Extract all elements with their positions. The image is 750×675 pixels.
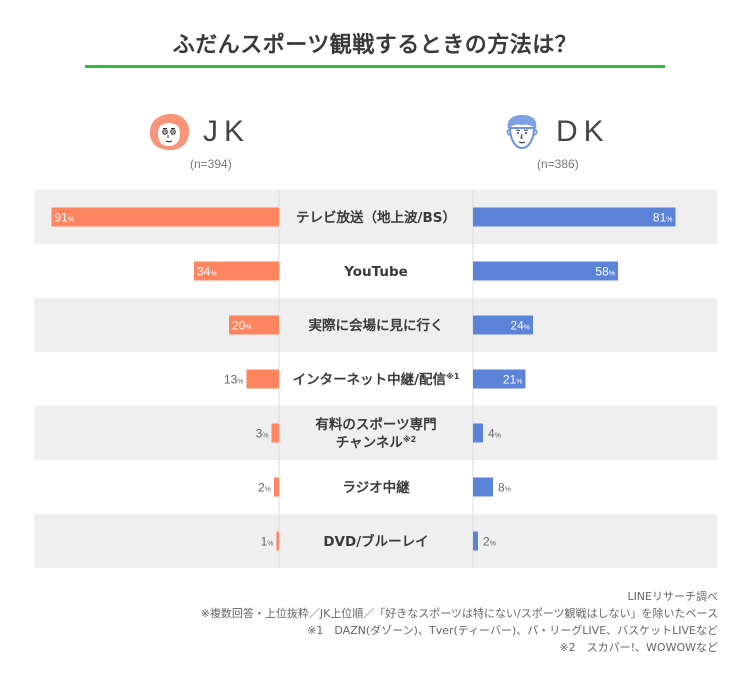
- footnote-1: ※1 DAZN(ダゾーン)、Tver(ティーバー)、パ・リーグLIVE、バスケッ…: [307, 624, 718, 637]
- bar-jk: [246, 369, 279, 389]
- category-label: テレビ放送（地上波/BS）: [296, 209, 456, 226]
- category-label: インターネット中継/配信※1: [293, 371, 460, 388]
- bar-dk: [473, 531, 478, 551]
- bar-dk: [473, 423, 483, 443]
- category-label: YouTube: [343, 264, 408, 280]
- footnote-base: ※複数回答・上位抜粋／JK上位順／「好きなスポーツは特にない/スポーツ観戦はしな…: [200, 607, 718, 620]
- bar-jk: [271, 423, 279, 443]
- bar-label-jk: 13%: [224, 373, 244, 387]
- category-label: ラジオ中継: [342, 479, 410, 496]
- bar-label-dk: 8%: [498, 481, 511, 495]
- category-label: 実際に会場に見に行く: [309, 317, 444, 334]
- category-label: 有料のスポーツ専門: [315, 416, 436, 433]
- bar-label-jk: 2%: [258, 481, 271, 495]
- bar-jk: [51, 207, 279, 227]
- bar-dk: [473, 207, 676, 227]
- bar-dk: [473, 477, 493, 497]
- footnote-source: LINEリサーチ調べ: [627, 590, 718, 603]
- butterfly-bar-chart: 91% 81%テレビ放送（地上波/BS）34% 58%YouTube20% 24%実際…: [34, 190, 717, 568]
- bar-jk: [274, 477, 279, 497]
- footnote-2: ※2 スカパー!、WOWOWなど: [559, 641, 718, 654]
- row-band: [34, 406, 717, 460]
- category-label: DVD/ブルーレイ: [323, 533, 428, 550]
- bar-jk: [276, 531, 279, 551]
